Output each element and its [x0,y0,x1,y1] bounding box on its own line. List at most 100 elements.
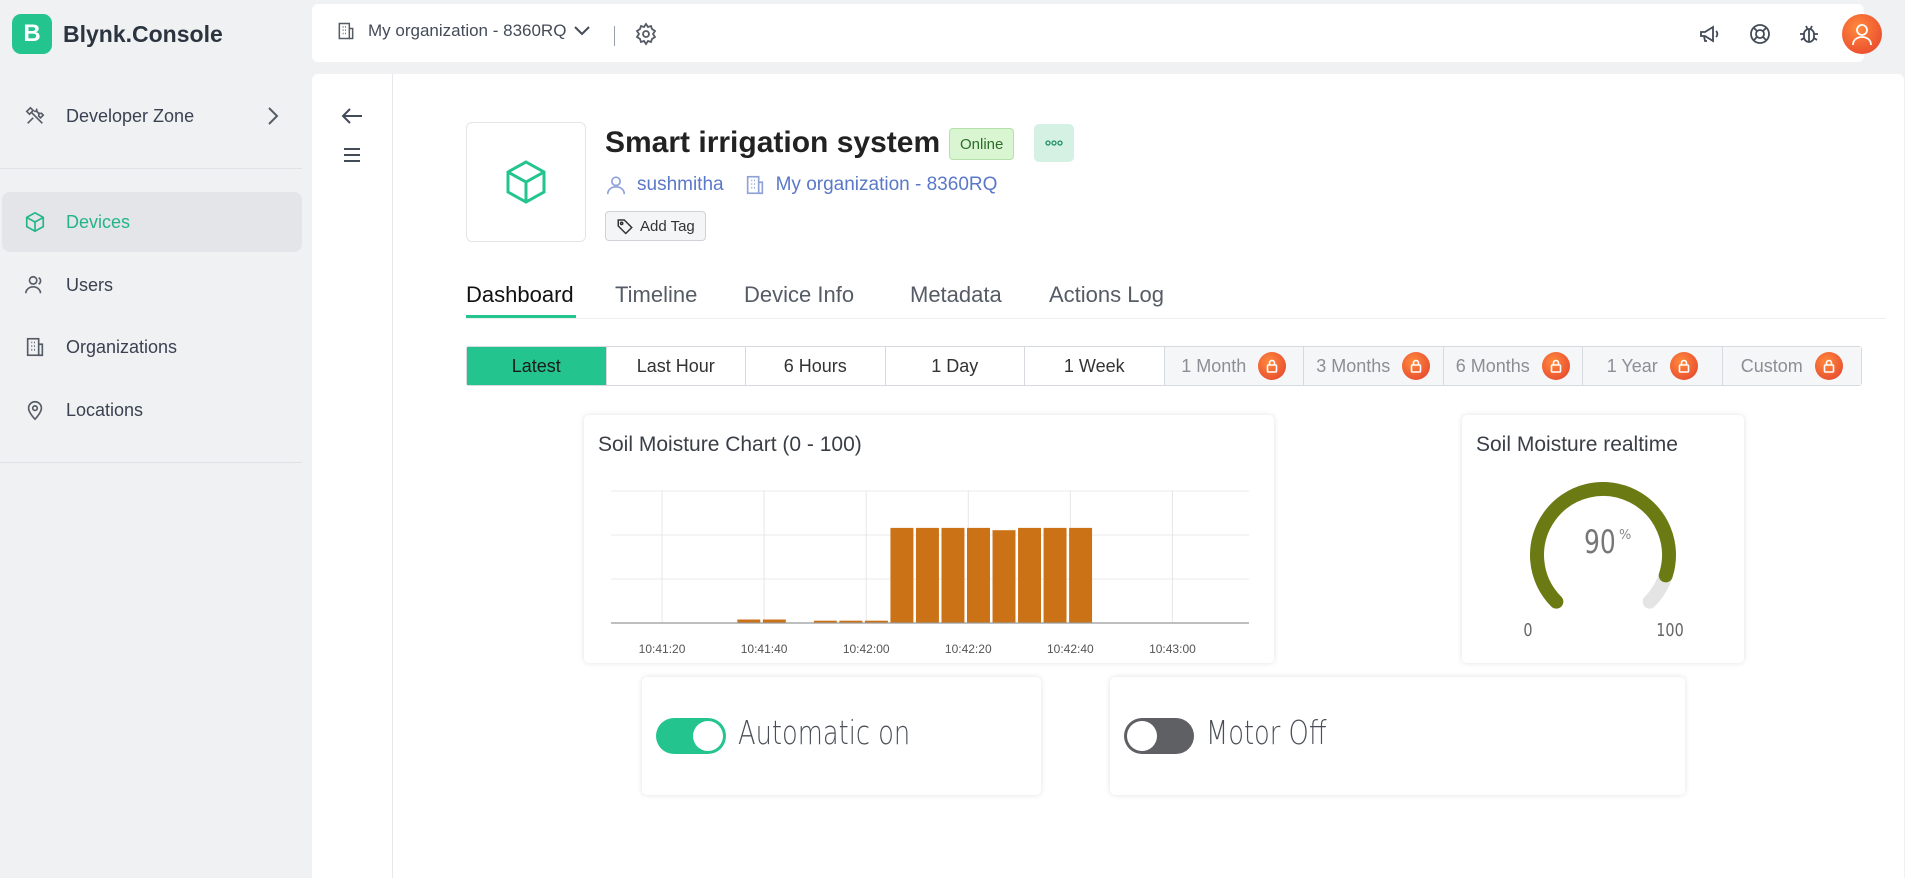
organization-switcher[interactable]: My organization - 8360RQ [336,20,604,42]
sidebar-divider [0,168,302,169]
map-pin-icon [22,397,48,423]
tools-icon [22,103,48,129]
time-range-selector: Latest Last Hour 6 Hours 1 Day 1 Week 1 … [466,346,1862,386]
organization-name: My organization - 8360RQ [368,21,567,40]
back-arrow-icon[interactable] [340,106,364,131]
gauge-unit: % [1619,528,1631,543]
more-options-button[interactable] [1034,124,1074,162]
automatic-label: Automatic on [738,713,911,752]
range-label: 6 Hours [783,355,847,376]
active-tab-indicator [466,315,576,318]
range-1-week[interactable]: 1 Week [1025,347,1165,385]
chart-bar[interactable] [992,530,1016,623]
tab-timeline[interactable]: Timeline [615,282,697,308]
user-icon [606,176,626,195]
chart-bar[interactable] [1069,527,1093,623]
sidebar-item-label: Users [66,274,114,295]
range-1-day[interactable]: 1 Day [886,347,1025,385]
owner-link[interactable]: sushmitha [637,174,724,196]
chart-bar[interactable] [941,527,965,623]
lifebuoy-icon[interactable] [1748,22,1772,51]
chart-bar[interactable] [890,527,914,623]
sidebar-item-label: Developer Zone [66,105,195,126]
brand-name: Blynk.Console [63,20,223,47]
motor-label: Motor Off [1206,713,1327,752]
x-tick-label: 10:42:20 [945,642,992,656]
top-bar: My organization - 8360RQ [312,4,1882,62]
tab-actions-log[interactable]: Actions Log [1049,282,1164,308]
gauge-min: 0 [1523,619,1532,640]
gear-icon[interactable] [634,22,658,51]
automatic-toggle[interactable] [656,718,726,754]
building-icon [22,334,48,360]
soil-moisture-gauge: 90 % 0 100 [1523,482,1684,640]
gauge-max: 100 [1656,619,1683,640]
device-image [466,122,586,242]
bug-icon[interactable] [1797,22,1821,51]
tab-metadata[interactable]: Metadata [910,282,1002,308]
sidebar-item-devices[interactable]: Devices [2,192,302,252]
sidebar: B Blynk.Console Developer Zone Devices U… [0,0,310,878]
range-6-months[interactable]: 6 Months [1443,347,1583,385]
toolbar-separator [614,26,615,46]
range-last-hour[interactable]: Last Hour [607,347,746,385]
device-title: Smart irrigation system [605,126,941,159]
avatar[interactable] [1842,14,1882,54]
more-dots-icon [1045,140,1063,146]
sidebar-item-users[interactable]: Users [2,255,302,315]
x-tick-label: 10:41:20 [639,642,686,656]
lock-icon [1541,352,1570,380]
users-icon [22,272,48,298]
add-tag-label: Add Tag [640,217,695,235]
gauge-value: 90 [1584,523,1616,561]
device-owner-line: sushmitha My organization - 8360RQ [605,174,997,196]
lock-icon [1669,352,1698,380]
blynk-logo: B [12,14,52,54]
chart-bar[interactable] [967,527,990,623]
status-badge: Online [949,128,1015,160]
building-icon [746,175,763,195]
range-label: Custom [1740,355,1803,376]
device-tabs: Dashboard Timeline Device Info Metadata … [466,270,1886,319]
sidebar-item-locations[interactable]: Locations [2,380,302,440]
sidebar-item-label: Organizations [66,336,178,357]
add-tag-button[interactable]: Add Tag [605,211,706,241]
motor-toggle[interactable] [1124,718,1194,754]
toggle-knob [693,721,723,751]
sidebar-item-label: Locations [66,399,144,420]
x-tick-label: 10:43:00 [1149,642,1196,656]
tab-dashboard[interactable]: Dashboard [466,282,574,308]
motor-switch-widget: Motor Off [1110,677,1685,795]
range-1-year[interactable]: 1 Year [1583,347,1723,385]
organization-link[interactable]: My organization - 8360RQ [776,174,998,196]
chart-bar[interactable] [1043,527,1067,623]
range-label: 6 Months [1455,355,1530,376]
building-icon [338,22,354,40]
sidebar-item-organizations[interactable]: Organizations [2,317,302,377]
chart-bar[interactable] [1018,527,1042,623]
tab-device-info[interactable]: Device Info [744,282,854,308]
range-label: 1 Month [1181,355,1247,376]
x-tick-label: 10:41:40 [741,642,788,656]
soil-moisture-chart-widget: Soil Moisture Chart (0 - 100) 10:41:20 10… [584,415,1274,663]
hamburger-menu-icon[interactable] [342,146,362,169]
range-3-months[interactable]: 3 Months [1304,347,1444,385]
range-custom[interactable]: Custom [1722,347,1861,385]
range-6-hours[interactable]: 6 Hours [746,347,886,385]
range-label: 1 Year [1606,355,1658,376]
main-panel: Smart irrigation system Online sushmitha… [312,74,1904,878]
sidebar-item-developer-zone[interactable]: Developer Zone [2,86,302,146]
brand[interactable]: B Blynk.Console [12,14,223,54]
panel-side-rail [312,74,393,878]
chart-bar[interactable] [915,527,939,623]
tag-icon [617,219,633,235]
cube-icon [22,209,48,235]
range-latest[interactable]: Latest [467,347,607,385]
range-label: Last Hour [636,355,715,376]
megaphone-icon[interactable] [1698,22,1722,51]
soil-moisture-chart: 10:41:20 10:41:40 10:42:00 10:42:20 10:42:40… [611,490,1249,656]
chevron-down-icon [574,26,591,36]
range-1-month[interactable]: 1 Month [1164,347,1304,385]
sidebar-divider [0,462,302,463]
toggle-knob [1127,721,1157,751]
